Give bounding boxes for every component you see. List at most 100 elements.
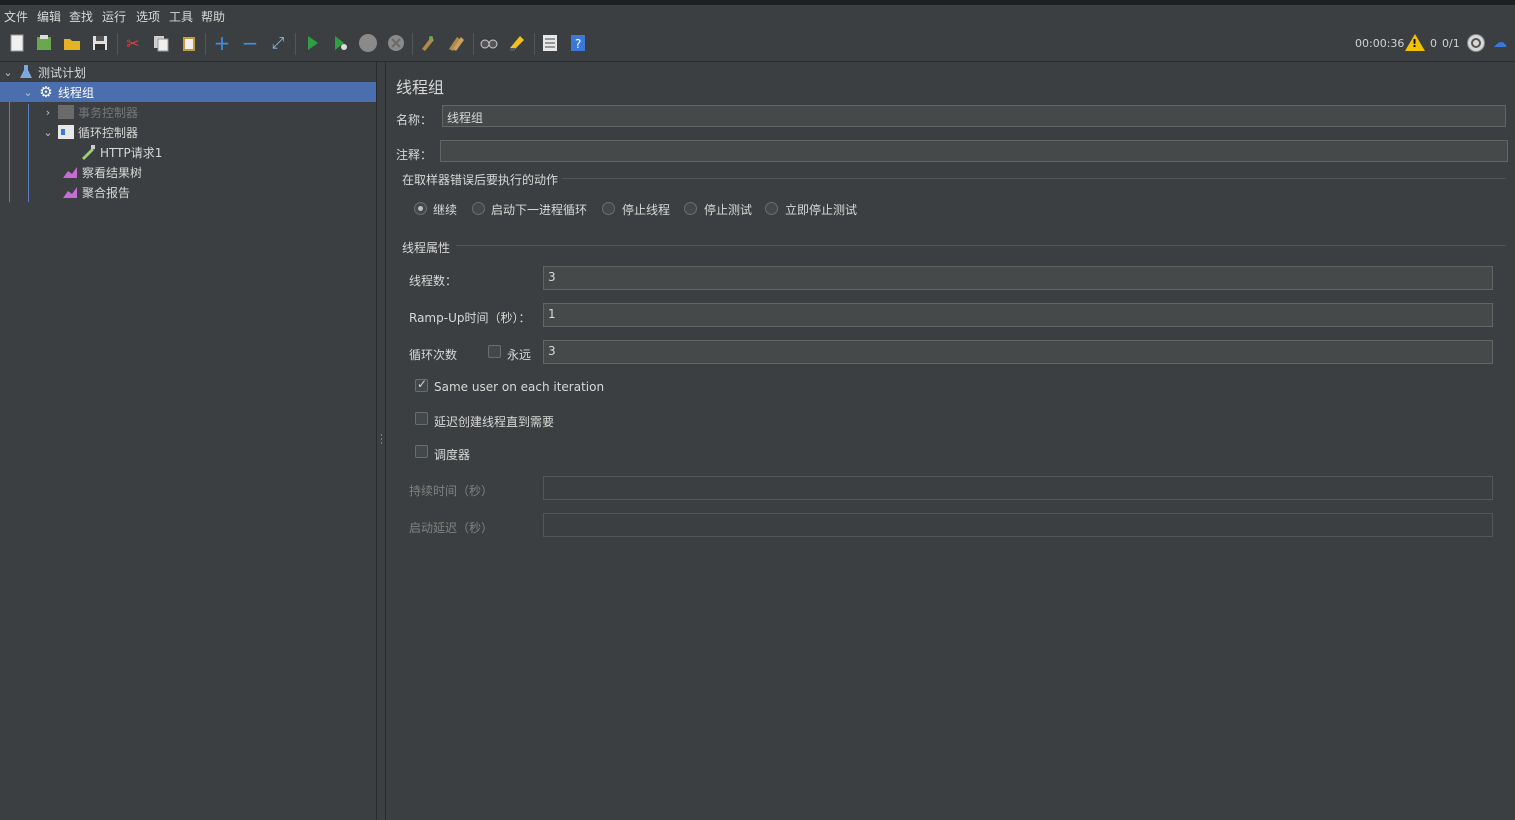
threads-field[interactable]: 3 [543, 266, 1493, 290]
tree-item-test-plan[interactable]: ⌄ 测试计划 [2, 62, 372, 82]
rampup-label: Ramp-Up时间（秒）： [409, 311, 531, 325]
menu-file[interactable]: 文件 [4, 8, 28, 25]
forever-label[interactable]: 永远 [507, 346, 531, 363]
clear-all-icon[interactable] [446, 33, 466, 53]
shutdown-icon[interactable] [386, 33, 406, 53]
forever-checkbox[interactable] [488, 345, 501, 358]
action-next-loop-radio[interactable] [472, 202, 485, 215]
scheduler-checkbox[interactable] [415, 445, 428, 458]
section-divider [562, 178, 1506, 179]
toolbar-separator [412, 33, 413, 55]
action-continue-label[interactable]: 继续 [433, 201, 457, 218]
warning-icon[interactable] [1405, 34, 1425, 51]
menubar: 文件 编辑 查找 运行 选项 工具 帮助 [0, 5, 1515, 27]
tree-item-label: 聚合报告 [82, 185, 131, 200]
loop-count-label: 循环次数 [409, 348, 458, 362]
thread-props-section-title: 线程属性 [402, 241, 451, 255]
chevron-right-icon[interactable]: › [42, 106, 54, 119]
menu-search[interactable]: 查找 [69, 8, 93, 25]
copy-icon[interactable] [151, 33, 171, 53]
clear-icon[interactable] [418, 33, 438, 53]
svg-text:?: ? [575, 37, 581, 51]
action-stop-test-label[interactable]: 停止测试 [704, 201, 752, 218]
chevron-down-icon[interactable]: ⌄ [2, 66, 14, 79]
function-helper-icon[interactable] [540, 33, 560, 53]
search-icon[interactable] [479, 33, 499, 53]
action-next-loop-label[interactable]: 启动下一进程循环 [491, 201, 587, 218]
action-stop-test-radio[interactable] [684, 202, 697, 215]
delay-create-checkbox[interactable] [415, 412, 428, 425]
cut-icon[interactable]: ✂ [123, 33, 143, 53]
pipette-icon [80, 144, 96, 160]
reset-search-icon[interactable] [507, 33, 527, 53]
tree-item-loop-controller[interactable]: ⌄ 循环控制器 [42, 122, 372, 142]
save-icon[interactable] [90, 33, 110, 53]
tree-item-label: 测试计划 [38, 65, 87, 80]
action-stop-thread-radio[interactable] [602, 202, 615, 215]
same-user-label[interactable]: Same user on each iteration [434, 380, 604, 394]
splitter-handle-icon[interactable]: · · · [380, 432, 383, 449]
warning-count: 0 [1430, 37, 1437, 50]
scheduler-label[interactable]: 调度器 [434, 446, 470, 463]
same-user-checkbox[interactable] [415, 377, 428, 392]
collapse-icon[interactable]: − [240, 31, 260, 55]
menu-tools[interactable]: 工具 [169, 8, 193, 25]
tree-item-thread-group[interactable]: ⌄ ⚙ 线程组 [0, 82, 376, 102]
error-action-section-title: 在取样器错误后要执行的动作 [402, 173, 559, 187]
thread-group-panel: 线程组 名称： 线程组 注释： 在取样器错误后要执行的动作 继续 启动下一进程循… [386, 62, 1515, 820]
tree-guide-line [28, 104, 29, 202]
delay-create-label[interactable]: 延迟创建线程直到需要 [434, 413, 554, 430]
help-icon[interactable]: ? [568, 33, 588, 53]
section-divider [456, 245, 1506, 246]
remote-engines-icon[interactable] [1467, 34, 1485, 52]
toolbar-separator [295, 33, 296, 55]
toolbar-separator [534, 33, 535, 55]
comment-label: 注释： [396, 148, 433, 162]
chart-icon [62, 164, 78, 180]
action-continue-radio[interactable] [414, 202, 427, 215]
menu-edit[interactable]: 编辑 [37, 8, 61, 25]
open-icon[interactable] [62, 33, 82, 53]
menu-help[interactable]: 帮助 [201, 8, 225, 25]
startup-delay-field[interactable] [543, 513, 1493, 537]
tree-item-label: 察看结果树 [82, 165, 143, 180]
templates-icon[interactable] [34, 33, 54, 53]
toolbar-separator [117, 33, 118, 55]
menu-run[interactable]: 运行 [102, 8, 126, 25]
name-field[interactable]: 线程组 [442, 105, 1506, 127]
gear-icon: ⚙ [39, 83, 53, 101]
tree-item-label: 循环控制器 [78, 125, 139, 140]
flask-icon [18, 64, 34, 80]
tree-item-transaction-controller[interactable]: › 事务控制器 [42, 102, 372, 122]
start-icon[interactable] [302, 33, 322, 53]
start-no-pause-icon[interactable] [330, 33, 350, 53]
active-threads: 0/1 [1442, 37, 1460, 50]
chevron-down-icon[interactable]: ⌄ [42, 126, 54, 139]
controller-icon [58, 124, 74, 140]
tree-item-aggregate-report[interactable]: 聚合报告 [62, 182, 372, 202]
rampup-field[interactable]: 1 [543, 303, 1493, 327]
tree-item-view-results-tree[interactable]: 察看结果树 [62, 162, 372, 182]
elapsed-time: 00:00:36 [1355, 37, 1405, 50]
log-viewer-icon[interactable]: ☁ [1493, 35, 1507, 51]
comment-field[interactable] [440, 140, 1508, 162]
tree-item-label: 线程组 [58, 85, 95, 100]
stop-icon[interactable] [358, 33, 378, 53]
expand-icon[interactable]: + [212, 31, 232, 55]
new-icon[interactable] [7, 33, 27, 53]
loop-count-field[interactable]: 3 [543, 340, 1493, 364]
duration-field[interactable] [543, 476, 1493, 500]
paste-icon[interactable] [179, 33, 199, 53]
action-stop-now-radio[interactable] [765, 202, 778, 215]
action-stop-thread-label[interactable]: 停止线程 [622, 201, 670, 218]
tree-item-label: HTTP请求1 [100, 145, 163, 160]
page-title: 线程组 [396, 78, 445, 97]
toggle-icon[interactable]: ⤢ [268, 33, 288, 53]
tree-item-http-request[interactable]: HTTP请求1 [80, 142, 370, 162]
tree-item-label: 事务控制器 [78, 105, 139, 120]
action-stop-now-label[interactable]: 立即停止测试 [785, 201, 857, 218]
menu-options[interactable]: 选项 [136, 8, 160, 25]
chevron-down-icon[interactable]: ⌄ [22, 86, 34, 99]
chart-icon [62, 184, 78, 200]
toolbar-separator [205, 33, 206, 55]
